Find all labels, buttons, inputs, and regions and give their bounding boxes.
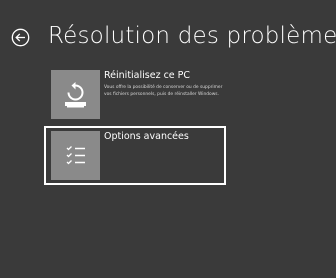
reset-pc-description: Vous offre la possibilité de conserver o… <box>104 85 223 97</box>
reset-pc-title: Réinitialisez ce PC <box>104 70 191 81</box>
checklist-icon <box>51 131 100 180</box>
reset-pc-icon <box>51 70 100 119</box>
back-button[interactable] <box>11 28 30 47</box>
reset-pc-option[interactable]: Réinitialisez ce PC Vous offre la possib… <box>45 66 225 123</box>
advanced-options-title: Options avancées <box>104 131 189 142</box>
page-title: Résolution des problèmes <box>48 23 336 49</box>
troubleshoot-screen: Résolution des problèmes Réinitialisez c… <box>0 0 336 278</box>
advanced-options-option[interactable]: Options avancées <box>44 126 226 185</box>
back-arrow-icon <box>11 28 30 47</box>
